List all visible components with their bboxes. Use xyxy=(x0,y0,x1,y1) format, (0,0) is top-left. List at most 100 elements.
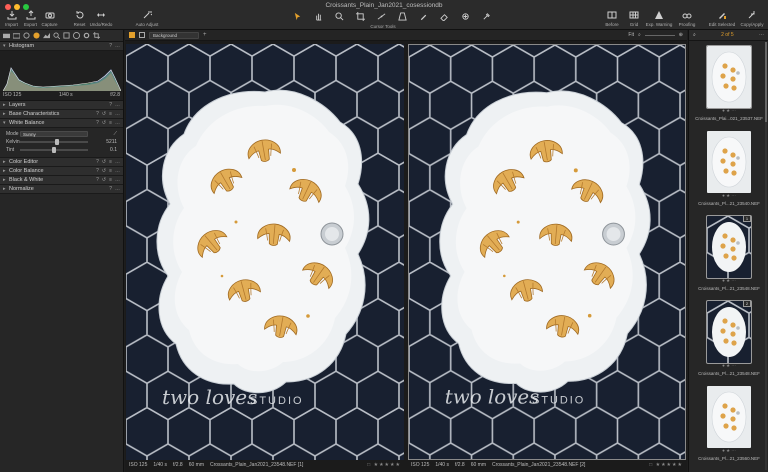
copy-icon[interactable]: ≡ xyxy=(109,159,112,165)
color-editor-header[interactable]: ▸ Color Editor ? ↺ ≡… xyxy=(0,158,123,167)
capture-button[interactable]: Capture xyxy=(40,10,59,27)
pan-tool[interactable] xyxy=(309,10,328,22)
copy-apply-button[interactable]: Copy/Apply xyxy=(738,10,766,27)
edit-selected-button[interactable]: Edit Selected xyxy=(706,10,738,27)
zoom-slider[interactable] xyxy=(644,34,675,36)
thumbnail-rating[interactable]: ● ★ ··· xyxy=(707,448,751,453)
single-view-icon[interactable] xyxy=(139,32,145,38)
thumbnail[interactable]: 1 ● ★ ··· Croissants_Pl...21_23548.NEF xyxy=(698,215,760,291)
thumbnail-rating[interactable]: ● ★ ··· xyxy=(707,108,751,113)
zoom-in-icon[interactable]: ⊕ xyxy=(679,32,683,38)
help-icon[interactable]: ? xyxy=(96,111,99,117)
menu-icon[interactable]: … xyxy=(115,168,120,174)
kelvin-slider[interactable] xyxy=(20,139,88,145)
auto-adjust-button[interactable]: Auto Adjust xyxy=(134,10,160,27)
kelvin-slider-handle[interactable] xyxy=(55,139,60,145)
tab-lens[interactable] xyxy=(23,32,30,39)
help-icon[interactable]: ? xyxy=(96,159,99,165)
copy-icon[interactable]: ≡ xyxy=(109,177,112,183)
white-balance-header[interactable]: ▾ White Balance ? ↺ ≡… xyxy=(0,119,123,128)
layers-header[interactable]: ▸ Layers ?… xyxy=(0,101,123,110)
select-tool[interactable] xyxy=(288,10,307,22)
menu-icon[interactable]: … xyxy=(115,186,120,192)
help-icon[interactable]: ? xyxy=(96,168,99,174)
thumbnail[interactable]: 2 ● ★ ··· Croissants_Pl...21_23548.NEF xyxy=(698,300,760,376)
normalize-header[interactable]: ▸ Normalize ?… xyxy=(0,185,123,194)
menu-icon[interactable]: … xyxy=(115,120,120,126)
brush-tool[interactable] xyxy=(414,10,433,22)
black-white-header[interactable]: ▸ Black & White ? ↺ ≡… xyxy=(0,176,123,185)
tab-capture[interactable] xyxy=(13,32,20,39)
copy-icon[interactable]: ≡ xyxy=(109,111,112,117)
undo-redo-button[interactable]: Undo/Redo xyxy=(89,10,113,27)
browser-menu-icon[interactable]: ⋯ xyxy=(759,32,764,38)
spot-tool[interactable] xyxy=(456,10,475,22)
import-button[interactable]: Import xyxy=(2,10,21,27)
thumbnail-rating[interactable]: ● ★ ··· xyxy=(707,278,751,283)
tab-exposure[interactable] xyxy=(43,32,50,39)
reset-icon[interactable]: ↺ xyxy=(102,168,106,174)
eraser-tool[interactable] xyxy=(435,10,454,22)
reset-icon[interactable]: ↺ xyxy=(102,159,106,165)
thumbnail[interactable]: ● ★ ··· Croissants_Plai...021_23537.NEF xyxy=(695,45,763,121)
rotate-tool[interactable] xyxy=(372,10,391,22)
rating-stars[interactable]: □ ★★★★★ xyxy=(649,462,687,468)
copy-icon[interactable]: ≡ xyxy=(109,120,112,126)
add-layer-icon[interactable]: + xyxy=(203,32,207,38)
help-icon[interactable]: ? xyxy=(109,102,112,108)
tab-detail[interactable] xyxy=(53,32,60,39)
keystone-tool[interactable] xyxy=(393,10,412,22)
crop-tool[interactable] xyxy=(351,10,370,22)
help-icon[interactable]: ? xyxy=(109,186,112,192)
color-balance-header[interactable]: ▸ Color Balance ? ↺ ≡… xyxy=(0,167,123,176)
picker-tool[interactable] xyxy=(477,10,496,22)
eyedropper-icon[interactable]: ⟋ xyxy=(88,131,119,137)
exposure-warning-button[interactable]: Exp. Warning xyxy=(644,10,674,27)
wb-kelvin-value[interactable]: 5211 xyxy=(88,139,119,145)
scrollbar-thumb[interactable] xyxy=(765,42,767,122)
tint-slider-handle[interactable] xyxy=(52,147,56,153)
reset-icon[interactable]: ↺ xyxy=(102,177,106,183)
zoom-fit-label[interactable]: Fit xyxy=(628,32,634,38)
grid-button[interactable]: Grid xyxy=(624,10,644,27)
thumbnail-rating[interactable]: ● ★ ··· xyxy=(707,363,751,368)
tab-library[interactable] xyxy=(3,32,10,39)
layer-select[interactable]: Background xyxy=(149,31,199,39)
thumbnail[interactable]: ● ★ ··· Croissants_Pl...21_23540.NEF xyxy=(698,131,760,206)
menu-icon[interactable]: … xyxy=(115,102,120,108)
thumbnail-rating[interactable]: ● ★ ··· xyxy=(707,193,751,198)
help-icon[interactable]: ? xyxy=(109,43,112,49)
browser-search-icon[interactable]: ⌕ xyxy=(693,32,696,38)
thumbnail[interactable]: ● ★ ··· Croissants_Pl...21_23560.NEF xyxy=(698,386,760,461)
menu-icon[interactable]: … xyxy=(115,177,120,183)
browser-scrollbar[interactable] xyxy=(765,42,767,470)
reset-icon[interactable]: ↺ xyxy=(102,120,106,126)
menu-icon[interactable]: … xyxy=(115,43,120,49)
help-icon[interactable]: ? xyxy=(96,120,99,126)
reset-button[interactable]: Reset xyxy=(70,10,89,27)
menu-icon[interactable]: … xyxy=(115,111,120,117)
menu-icon[interactable]: … xyxy=(115,159,120,165)
help-icon[interactable]: ? xyxy=(96,177,99,183)
reset-icon[interactable]: ↺ xyxy=(102,111,106,117)
viewer-pane-left[interactable]: two loves STUDIO xyxy=(126,44,404,460)
histogram-header[interactable]: ▾ Histogram ?… xyxy=(0,42,123,51)
export-button[interactable]: Export xyxy=(21,10,40,27)
tint-slider[interactable] xyxy=(20,147,88,153)
zoom-icon[interactable]: ⌕ xyxy=(638,32,641,38)
before-button[interactable]: Before xyxy=(600,10,624,27)
tab-metadata[interactable] xyxy=(73,32,80,39)
viewer-pane-right[interactable]: two loves STUDIO xyxy=(408,44,686,460)
base-characteristics-header[interactable]: ▸ Base Characteristics ? ↺ ≡… xyxy=(0,110,123,119)
wb-mode-select[interactable]: Sunny xyxy=(20,131,88,137)
tab-crop[interactable] xyxy=(93,32,100,39)
zoom-tool[interactable] xyxy=(330,10,349,22)
proofing-button[interactable]: Proofing xyxy=(674,10,700,27)
tab-color[interactable] xyxy=(33,32,40,39)
tab-output[interactable] xyxy=(83,32,90,39)
grid-view-icon[interactable] xyxy=(129,32,135,38)
tab-adjustments[interactable] xyxy=(63,32,70,39)
copy-icon[interactable]: ≡ xyxy=(109,168,112,174)
rating-stars[interactable]: □ ★★★★★ xyxy=(367,462,405,468)
wb-tint-value[interactable]: 0.1 xyxy=(88,147,119,153)
